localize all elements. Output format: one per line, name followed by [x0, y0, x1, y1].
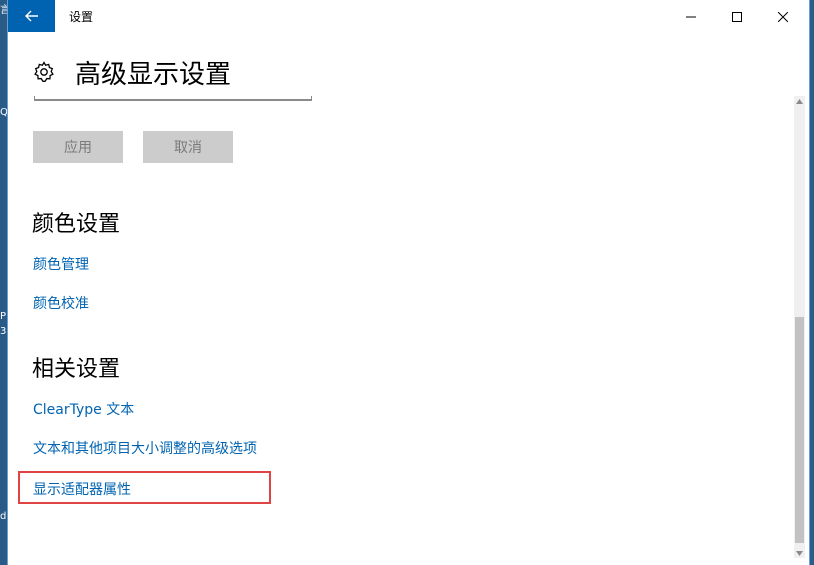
settings-window: 设置 高级显示设置 应用 取消 颜色设置 颜色管理 颜色校准 相关设置 Clea…: [7, 0, 810, 565]
cancel-button[interactable]: 取消: [143, 131, 233, 163]
scroll-down-arrow-icon[interactable]: [794, 548, 805, 558]
vertical-scrollbar[interactable]: [794, 96, 805, 558]
related-settings-heading: 相关设置: [32, 357, 121, 382]
maximize-icon: [732, 7, 742, 26]
minimize-icon: [686, 7, 696, 26]
window-title: 设置: [69, 10, 94, 24]
color-settings-heading: 颜色设置: [32, 212, 121, 237]
color-calibration-link[interactable]: 颜色校准: [33, 293, 89, 313]
close-icon: [777, 7, 789, 26]
page-title: 高级显示设置: [75, 60, 232, 90]
back-arrow-icon: [24, 7, 39, 26]
title-bar: 设置: [8, 0, 809, 32]
back-button[interactable]: [8, 0, 55, 32]
gear-icon: [32, 60, 56, 84]
color-management-link[interactable]: 颜色管理: [33, 254, 89, 274]
cleartype-text-link[interactable]: ClearType 文本: [33, 399, 134, 419]
advanced-sizing-link[interactable]: 文本和其他项目大小调整的高级选项: [33, 438, 257, 458]
header-divider: [34, 96, 312, 101]
minimize-button[interactable]: [668, 0, 714, 32]
close-button[interactable]: [760, 0, 806, 32]
highlight-box: [18, 471, 271, 504]
apply-button[interactable]: 应用: [33, 131, 123, 163]
scroll-up-arrow-icon[interactable]: [794, 96, 805, 106]
maximize-button[interactable]: [714, 0, 760, 32]
scrollbar-thumb[interactable]: [795, 317, 804, 543]
